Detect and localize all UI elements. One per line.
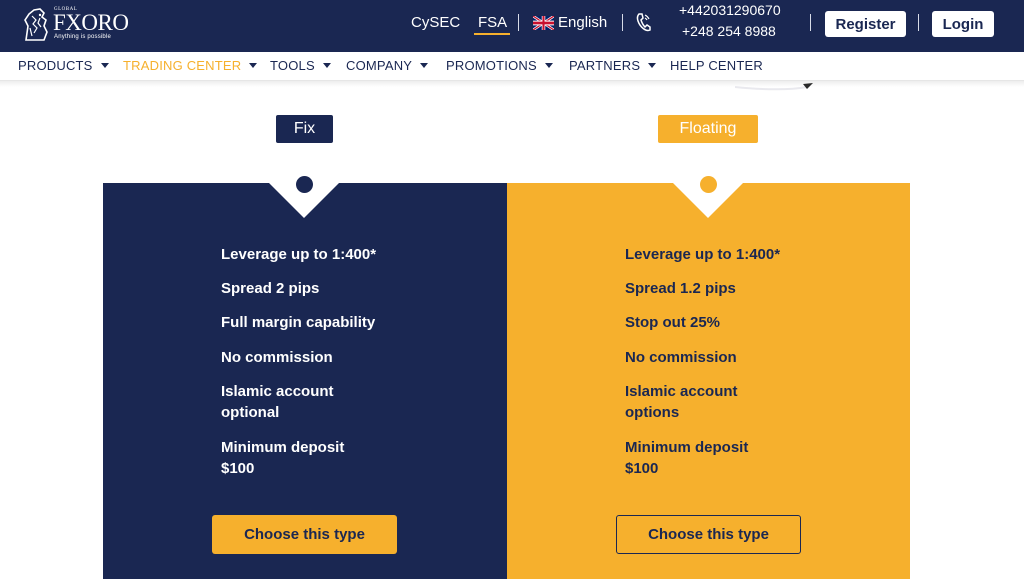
language-selector[interactable]: English [558, 14, 607, 32]
nav-item-company[interactable]: COMPANY [346, 58, 429, 73]
nav-item-label: PARTNERS [569, 58, 641, 73]
choose-floating-button[interactable]: Choose this type [616, 515, 801, 554]
phone-number-uk[interactable]: +442031290670 [679, 1, 781, 19]
caret-down-icon [420, 63, 429, 68]
login-button[interactable]: Login [932, 11, 994, 37]
separator [918, 14, 919, 31]
regulator-fsa-link[interactable]: FSA [478, 14, 507, 32]
floating-indicator-dot [700, 176, 717, 193]
caret-down-icon [249, 63, 258, 68]
choose-fix-button[interactable]: Choose this type [212, 515, 397, 554]
feature-stop-out: Stop out 25% [625, 314, 721, 331]
nav-item-trading-center[interactable]: TRADING CENTER [123, 58, 258, 73]
active-regulator-underline [474, 33, 510, 35]
feature-minimum-deposit: Minimum deposit [221, 439, 345, 456]
phone-number-sc[interactable]: +248 254 8988 [682, 22, 776, 40]
caret-down-icon [648, 63, 657, 68]
fix-indicator-dot [296, 176, 313, 193]
feature-minimum-deposit-amount: $100 [221, 460, 255, 477]
separator [622, 14, 623, 31]
regulator-cysec-link[interactable]: CySEC [411, 14, 460, 32]
separator [518, 14, 519, 31]
feature-commission: No commission [625, 349, 737, 366]
top-header: GLOBAL FXORO Anything is possible CySEC … [0, 0, 1024, 52]
caret-down-icon [322, 63, 331, 68]
nav-item-label: TRADING CENTER [123, 58, 242, 73]
caret-down-icon [100, 63, 109, 68]
nav-item-label: HELP CENTER [670, 58, 763, 73]
caret-down-icon [544, 63, 553, 68]
feature-commission: No commission [221, 349, 333, 366]
tab-fix[interactable]: Fix [276, 115, 333, 143]
register-button[interactable]: Register [825, 11, 906, 37]
nav-item-label: COMPANY [346, 58, 413, 73]
nav-item-label: PRODUCTS [18, 58, 93, 73]
nav-item-products[interactable]: PRODUCTS [18, 58, 109, 73]
feature-margin: Full margin capability [221, 314, 376, 331]
main-nav: PRODUCTS TRADING CENTER TOOLS COMPANY PR… [0, 52, 1024, 81]
phone-icon[interactable] [634, 12, 652, 34]
feature-spread: Spread 1.2 pips [625, 280, 736, 297]
feature-spread: Spread 2 pips [221, 280, 320, 297]
uk-flag-icon [533, 16, 554, 30]
tab-floating[interactable]: Floating [658, 115, 758, 143]
nav-item-label: TOOLS [270, 58, 315, 73]
nav-item-partners[interactable]: PARTNERS [569, 58, 657, 73]
nav-item-help-center[interactable]: HELP CENTER [670, 58, 763, 73]
separator [810, 14, 811, 31]
logo-wordmark: FXORO [53, 10, 129, 35]
feature-islamic-account-detail: options [625, 404, 680, 421]
fxoro-logo[interactable]: GLOBAL FXORO Anything is possible [20, 6, 132, 44]
feature-minimum-deposit-amount: $100 [625, 460, 659, 477]
lion-logo-icon [24, 8, 48, 41]
feature-islamic-account-detail: optional [221, 404, 280, 421]
logo-tagline: Anything is possible [54, 34, 112, 40]
floating-plan-card: Leverage up to 1:400* Spread 1.2 pips St… [507, 183, 910, 579]
feature-islamic-account: Islamic account [625, 383, 738, 400]
feature-leverage: Leverage up to 1:400* [221, 246, 377, 263]
feature-islamic-account: Islamic account [221, 383, 334, 400]
nav-item-label: PROMOTIONS [446, 58, 537, 73]
nav-item-tools[interactable]: TOOLS [270, 58, 331, 73]
feature-minimum-deposit: Minimum deposit [625, 439, 749, 456]
nav-item-promotions[interactable]: PROMOTIONS [446, 58, 553, 73]
decorative-shape [735, 83, 813, 91]
feature-leverage: Leverage up to 1:400* [625, 246, 781, 263]
header-shadow [0, 81, 1024, 87]
fix-plan-card: Leverage up to 1:400* Spread 2 pips Full… [103, 183, 507, 579]
